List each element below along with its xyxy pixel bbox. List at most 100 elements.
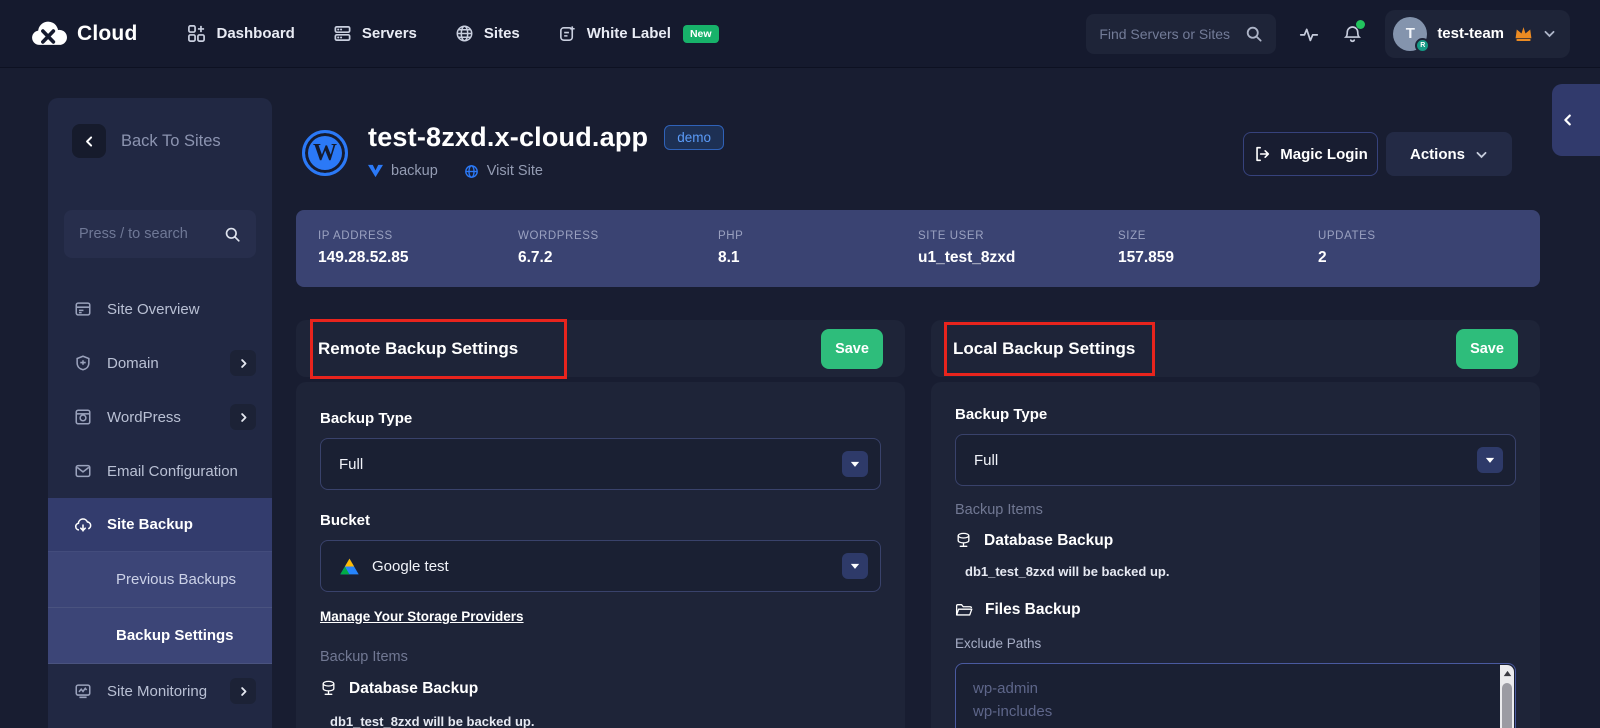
- profile-name: test-team: [1437, 25, 1504, 42]
- notifications-bell-icon[interactable]: [1342, 23, 1363, 45]
- remote-backup-header: Remote Backup Settings Save: [296, 320, 905, 377]
- remote-backup-type-select[interactable]: Full: [320, 438, 881, 490]
- actions-button[interactable]: Actions: [1386, 132, 1512, 176]
- stat-php: PHP 8.1: [718, 230, 918, 267]
- sidebar-item-label: Domain: [107, 355, 159, 372]
- site-sidebar: Back To Sites Site Overview Domain: [48, 98, 272, 728]
- nav-sites[interactable]: Sites: [455, 24, 520, 43]
- stat-value: 6.7.2: [518, 249, 718, 267]
- local-database-backup-row: Database Backup: [955, 532, 1516, 550]
- sidebar-search[interactable]: [64, 210, 256, 258]
- local-backup-type-select[interactable]: Full: [955, 434, 1516, 486]
- env-badge: demo: [664, 125, 724, 150]
- wordpress-logo: W: [302, 130, 348, 176]
- folder-icon: [955, 602, 973, 618]
- shield-icon: [74, 354, 92, 372]
- crown-icon: [1514, 25, 1533, 42]
- dashboard-icon: [187, 24, 206, 43]
- back-to-sites-label: Back To Sites: [121, 132, 221, 151]
- stat-value: u1_test_8zxd: [918, 249, 1118, 267]
- sidebar-item-wordpress[interactable]: WordPress: [48, 390, 272, 444]
- backup-cloud-icon: [74, 516, 92, 534]
- nav-label: White Label: [587, 25, 671, 42]
- sidebar-item-site-overview[interactable]: Site Overview: [48, 282, 272, 336]
- global-search-input[interactable]: [1099, 26, 1237, 42]
- cloud-logo-icon: [30, 19, 70, 49]
- sidebar-item-site-monitoring[interactable]: Site Monitoring: [48, 664, 272, 718]
- chevron-right-icon[interactable]: [230, 350, 256, 376]
- stat-label: IP ADDRESS: [318, 230, 518, 242]
- magic-login-button[interactable]: Magic Login: [1243, 132, 1378, 176]
- sidebar-item-backup-settings[interactable]: Backup Settings: [48, 608, 272, 664]
- nav-servers[interactable]: Servers: [333, 24, 417, 43]
- avatar-initial: T: [1406, 25, 1415, 42]
- chevron-left-icon[interactable]: [72, 124, 106, 158]
- remote-backup-body: Backup Type Full Bucket Google test Mana…: [296, 382, 905, 728]
- caret-down-icon[interactable]: [1477, 447, 1503, 473]
- google-drive-icon: [339, 557, 360, 576]
- chevron-down-icon: [1543, 27, 1556, 40]
- servers-icon: [333, 24, 352, 43]
- search-icon[interactable]: [1245, 25, 1263, 43]
- caret-down-icon[interactable]: [842, 553, 868, 579]
- exclude-paths-textarea[interactable]: wp-admin wp-includes wp-content/cache: [955, 663, 1516, 728]
- mail-icon: [74, 462, 92, 480]
- scrollbar-thumb[interactable]: [1502, 683, 1512, 728]
- select-value: Full: [339, 456, 363, 473]
- stat-value: 2: [1318, 249, 1518, 267]
- sidebar-item-domain[interactable]: Domain: [48, 336, 272, 390]
- activity-icon[interactable]: [1298, 23, 1320, 45]
- back-to-sites[interactable]: Back To Sites: [72, 124, 248, 158]
- local-backup-header: Local Backup Settings Save: [931, 320, 1540, 377]
- sidebar-item-previous-backups[interactable]: Previous Backups: [48, 552, 272, 608]
- xcloud-logo[interactable]: Cloud: [30, 19, 137, 49]
- sidebar-item-label: WordPress: [107, 409, 181, 426]
- monitor-icon: [74, 682, 92, 700]
- nav-dashboard[interactable]: Dashboard: [187, 24, 294, 43]
- stat-updates: UPDATES 2: [1318, 230, 1518, 267]
- global-search[interactable]: [1086, 14, 1276, 54]
- local-backup-items-label: Backup Items: [955, 502, 1516, 518]
- sidebar-item-label: Site Backup: [107, 516, 193, 533]
- remote-save-button[interactable]: Save: [821, 329, 883, 369]
- stat-label: WORDPRESS: [518, 230, 718, 242]
- local-backup-type-label: Backup Type: [955, 406, 1516, 423]
- notification-dot: [1356, 20, 1365, 29]
- stat-label: SITE USER: [918, 230, 1118, 242]
- chevron-down-icon: [1475, 148, 1488, 161]
- visit-site-label: Visit Site: [487, 163, 543, 179]
- stat-label: SIZE: [1118, 230, 1318, 242]
- chevron-right-icon[interactable]: [230, 404, 256, 430]
- sidebar-item-label: Previous Backups: [116, 571, 236, 588]
- manage-storage-providers-link[interactable]: Manage Your Storage Providers: [320, 609, 524, 624]
- sidebar-item-site-backup[interactable]: Site Backup: [48, 498, 272, 552]
- database-backup-title: Database Backup: [349, 680, 478, 698]
- right-panel-toggle[interactable]: [1552, 84, 1600, 156]
- sidebar-search-input[interactable]: [79, 226, 216, 242]
- bucket-label: Bucket: [320, 512, 881, 529]
- select-value: Full: [974, 452, 998, 469]
- sidebar-item-label: Site Overview: [107, 301, 200, 318]
- stat-label: UPDATES: [1318, 230, 1518, 242]
- scroll-up-arrow-icon[interactable]: [1500, 665, 1514, 681]
- main-nav: Dashboard Servers Sites: [187, 24, 718, 43]
- files-backup-title: Files Backup: [985, 601, 1081, 619]
- select-value: Google test: [372, 558, 449, 575]
- server-provider-tag[interactable]: backup: [368, 163, 438, 179]
- caret-down-icon[interactable]: [842, 451, 868, 477]
- local-save-button[interactable]: Save: [1456, 329, 1518, 369]
- textarea-scrollbar[interactable]: [1500, 665, 1514, 728]
- nav-label: Servers: [362, 25, 417, 42]
- sidebar-item-email-configuration[interactable]: Email Configuration: [48, 444, 272, 498]
- nav-white-label[interactable]: White Label New: [558, 24, 719, 43]
- nav-label: Dashboard: [216, 25, 294, 42]
- bucket-select[interactable]: Google test: [320, 540, 881, 592]
- remote-database-desc: db1_test_8zxd will be backed up.: [320, 714, 881, 728]
- site-stats-bar: IP ADDRESS 149.28.52.85 WORDPRESS 6.7.2 …: [296, 210, 1540, 287]
- avatar-role-badge: R: [1415, 38, 1430, 53]
- chevron-right-icon[interactable]: [230, 678, 256, 704]
- visit-site-link[interactable]: Visit Site: [464, 163, 543, 179]
- database-backup-title: Database Backup: [984, 532, 1113, 550]
- local-database-desc: db1_test_8zxd will be backed up.: [955, 564, 1516, 579]
- profile-menu[interactable]: T R test-team: [1385, 10, 1570, 58]
